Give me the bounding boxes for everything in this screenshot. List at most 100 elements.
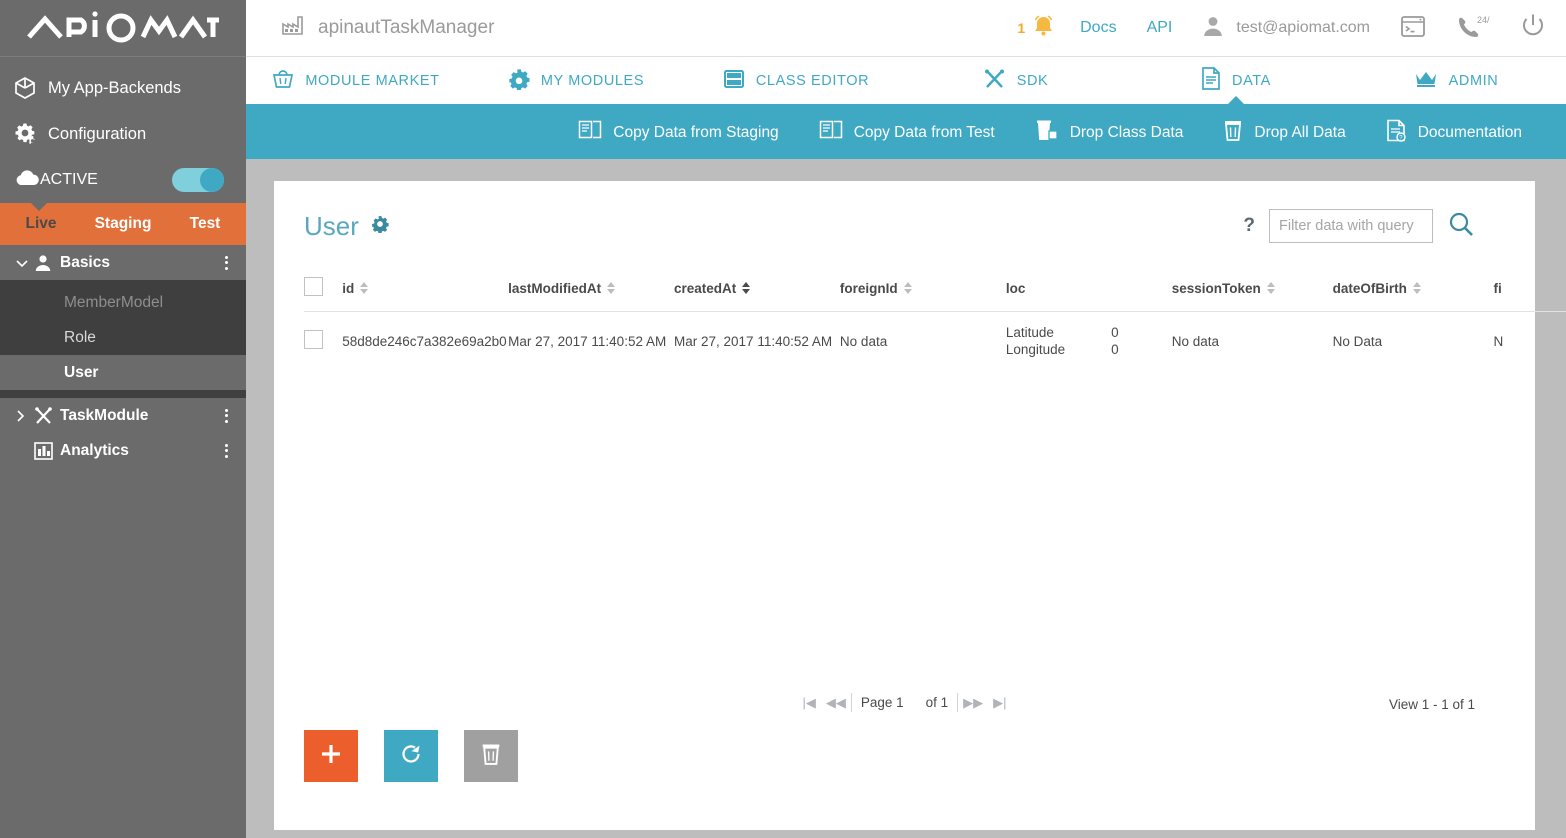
user-menu[interactable]: test@apiomat.com [1202, 15, 1370, 42]
loc-longitude-value: 0 [1111, 342, 1119, 357]
tree-row-label: TaskModule [60, 406, 149, 424]
tab-class-editor[interactable]: CLASS EDITOR [686, 56, 906, 105]
plus-icon [318, 741, 344, 772]
search-icon[interactable] [1447, 210, 1475, 243]
cell-sessiontoken: No data [1171, 333, 1220, 349]
sidebar: My App-Backends Configuration ACTIVE Liv… [0, 0, 246, 838]
tab-label: DATA [1232, 72, 1271, 89]
tool-label: Copy Data from Test [853, 123, 995, 141]
power-icon[interactable] [1520, 13, 1546, 44]
add-row-button[interactable] [304, 730, 358, 782]
col-dateofbirth[interactable]: dateOfBirth [1332, 271, 1494, 312]
select-all-checkbox[interactable] [304, 277, 323, 296]
sort-icon[interactable] [1266, 282, 1275, 294]
loc-latitude-value: 0 [1111, 325, 1119, 340]
tree-child-user[interactable]: User [0, 355, 246, 390]
tree-children-basics: MemberModel Role User [0, 280, 246, 398]
filter-input[interactable] [1269, 209, 1433, 243]
col-loc[interactable]: loc [1005, 271, 1172, 312]
tool-label: Drop All Data [1254, 123, 1346, 141]
sidebar-item-my-app-backends[interactable]: My App-Backends [0, 65, 246, 111]
tree-row-menu-icon[interactable] [225, 443, 228, 458]
tree-row-analytics[interactable]: Analytics [0, 433, 246, 468]
bell-icon[interactable] [1031, 13, 1056, 44]
documentation-button[interactable]: ? Documentation [1366, 119, 1542, 147]
sort-icon[interactable] [360, 282, 369, 294]
chevron-right-icon[interactable] [16, 409, 34, 422]
cloud-icon [14, 169, 40, 192]
content-area: User ? Filter data with query id lastMod… [246, 159, 1566, 838]
next-page-icon[interactable]: ▶▶ [958, 695, 988, 711]
col-label: id [342, 280, 355, 296]
card-header-right: ? [1243, 209, 1505, 243]
tool-label: Documentation [1417, 123, 1522, 141]
phone-247-icon[interactable]: 24/7 [1456, 14, 1495, 43]
app-title[interactable]: apinautTaskManager [282, 15, 494, 41]
chevron-down-icon[interactable] [16, 259, 34, 267]
tree-child-label: User [64, 363, 99, 381]
tree-row-menu-icon[interactable] [225, 255, 228, 270]
tab-admin[interactable]: ADMIN [1346, 56, 1566, 105]
card-header: User ? [274, 181, 1535, 243]
tree-child-role[interactable]: Role [0, 320, 246, 355]
tree-row-taskmodule[interactable]: TaskModule [0, 398, 246, 433]
sidebar-module-tree: Basics MemberModel Role User TaskModule … [0, 245, 246, 468]
sidebar-item-active[interactable]: ACTIVE [0, 157, 246, 203]
api-link[interactable]: API [1147, 19, 1173, 37]
table-row[interactable]: 58d8de246c7a382e69a2b0 Mar 27, 2017 11:4… [304, 312, 1566, 371]
sort-icon[interactable] [742, 282, 751, 294]
docs-link[interactable]: Docs [1080, 19, 1116, 37]
tree-row-basics[interactable]: Basics [0, 245, 246, 280]
data-card: User ? Filter data with query id lastMod… [274, 181, 1566, 830]
app-title-label: apinautTaskManager [318, 17, 495, 38]
sort-icon[interactable] [1412, 282, 1421, 294]
pagination: |◀ ◀◀ Page 1 of 1 ▶▶ ▶| [274, 693, 1535, 712]
tools-icon [34, 406, 60, 425]
tree-child-membermodel[interactable]: MemberModel [0, 285, 246, 320]
row-checkbox[interactable] [304, 330, 323, 349]
copy-data-from-test-button[interactable]: Copy Data from Test [799, 119, 1015, 146]
tab-sdk[interactable]: SDK [906, 56, 1126, 105]
person-icon [1202, 15, 1224, 42]
sidebar-item-configuration[interactable]: Configuration [0, 111, 246, 157]
col-sessiontoken[interactable]: sessionToken [1171, 271, 1333, 312]
col-foreignid[interactable]: foreignId [839, 271, 1006, 312]
gear-icon[interactable] [371, 215, 389, 238]
toggle-knob [200, 168, 224, 192]
basket-icon [272, 69, 294, 93]
logo[interactable] [0, 0, 246, 57]
help-icon[interactable]: ? [1243, 215, 1255, 237]
copy-data-from-staging-button[interactable]: Copy Data from Staging [558, 119, 798, 146]
select-all-header [304, 271, 343, 312]
col-id[interactable]: id [342, 271, 509, 312]
col-createdat[interactable]: createdAt [674, 271, 840, 312]
sort-icon[interactable] [903, 282, 912, 294]
tree-row-menu-icon[interactable] [225, 408, 228, 423]
tab-data[interactable]: DATA [1126, 56, 1346, 107]
tab-my-modules[interactable]: MY MODULES [466, 56, 686, 105]
tab-module-market[interactable]: MODULE MARKET [246, 56, 466, 105]
data-table-wrapper: id lastModifiedAt createdAt foreignId lo… [274, 271, 1566, 370]
delete-button[interactable] [464, 730, 518, 782]
refresh-button[interactable] [384, 730, 438, 782]
col-lastmodifiedat[interactable]: lastModifiedAt [508, 271, 675, 312]
drop-all-data-button[interactable]: Drop All Data [1203, 119, 1365, 147]
active-toggle[interactable] [172, 168, 224, 192]
last-page-icon[interactable]: ▶| [988, 695, 1011, 711]
top-bar-right: 1 Docs API test@apiomat.com 24/ [1017, 13, 1550, 44]
drop-class-data-button[interactable]: Drop Class Data [1015, 119, 1204, 147]
terminal-icon[interactable] [1400, 14, 1426, 43]
prev-page-icon[interactable]: ◀◀ [821, 695, 851, 711]
table-header-row: id lastModifiedAt createdAt foreignId lo… [304, 271, 1566, 312]
view-count: View 1 - 1 of 1 [1388, 697, 1475, 712]
tree-child-label: MemberModel [64, 293, 164, 311]
notifications[interactable]: 1 [1017, 13, 1056, 44]
first-page-icon[interactable]: |◀ [797, 695, 820, 711]
env-tab-test[interactable]: Test [164, 203, 246, 245]
sort-icon[interactable] [607, 282, 616, 294]
col-fi-truncated[interactable]: fi [1493, 271, 1566, 312]
loc-longitude-label: Longitude [1005, 342, 1066, 357]
sidebar-item-label: My App-Backends [48, 78, 181, 97]
env-tab-staging[interactable]: Staging [82, 203, 164, 245]
tab-label: SDK [1016, 72, 1049, 89]
